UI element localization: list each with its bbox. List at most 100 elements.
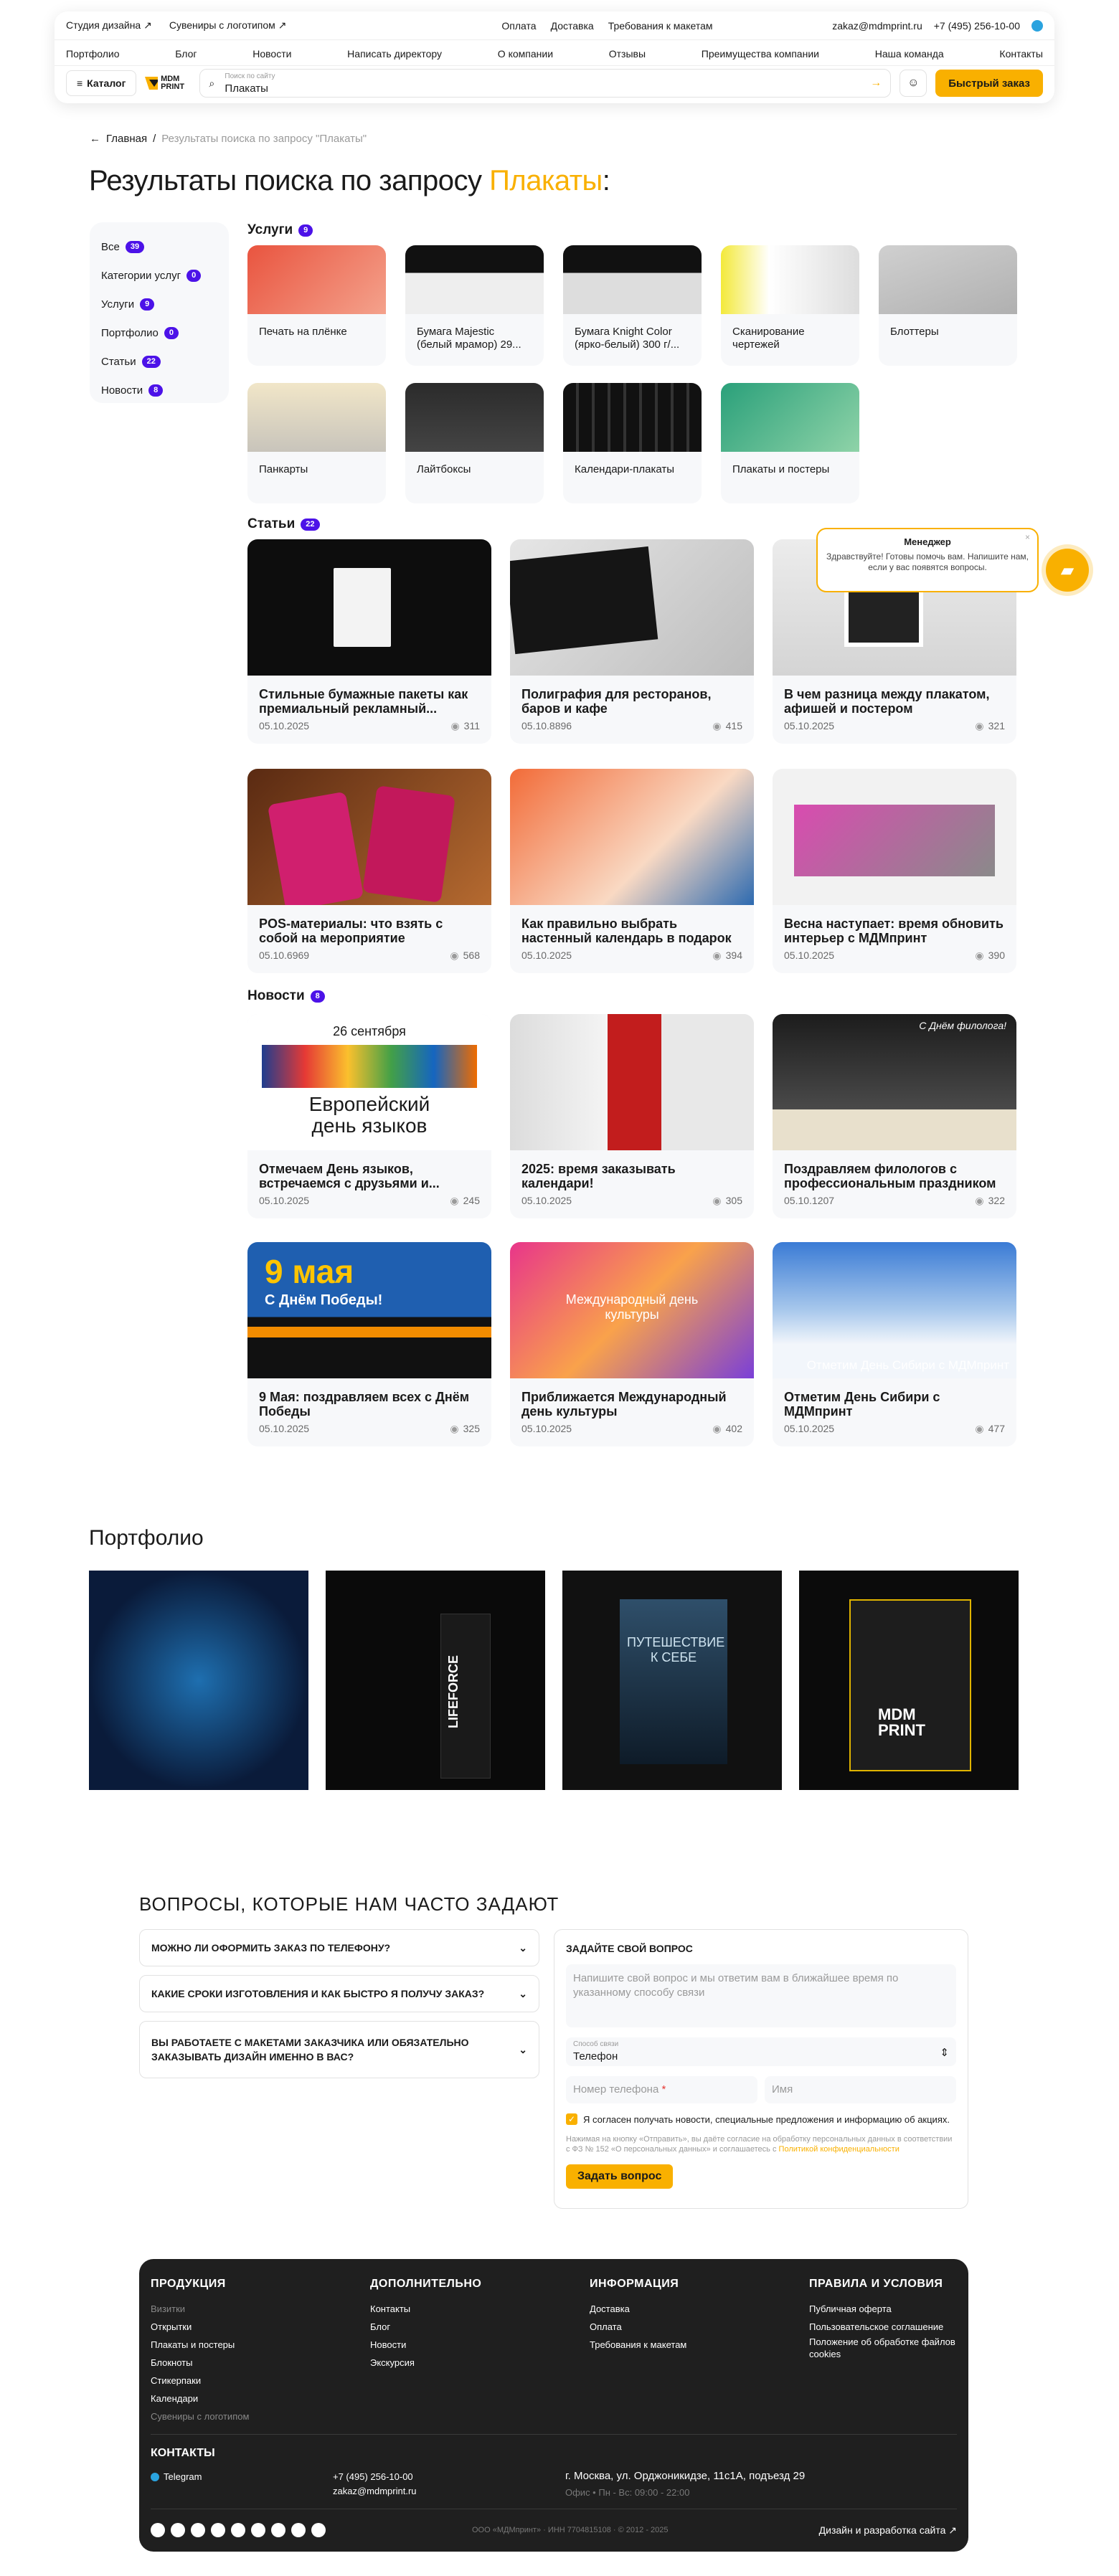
behance-icon[interactable] [311,2523,326,2537]
footer-link[interactable]: Календари [151,2390,249,2407]
nav-contacts[interactable]: Контакты [999,48,1042,60]
service-card[interactable]: Панкарты [247,383,386,503]
nav-advantages[interactable]: Преимущества компании [702,48,819,60]
telegram-link[interactable]: Telegram [151,2471,202,2482]
footer-email[interactable]: zakaz@mdmprint.ru [333,2486,417,2496]
tiktok-icon[interactable] [291,2523,306,2537]
service-card[interactable]: Бумага Knight Color (ярко-белый) 300 г/.… [563,245,702,366]
nav-portfolio[interactable]: Портфолио [66,48,120,60]
close-icon[interactable]: × [1025,532,1030,542]
news-card[interactable]: Международный день культуры Приближается … [510,1242,754,1446]
back-arrow-icon[interactable]: ← [90,133,100,145]
footer-link[interactable]: Требования к макетам [590,2336,686,2354]
news-card[interactable]: 2025: время заказывать календари! 05.10.2… [510,1014,754,1218]
filter-articles[interactable]: Статьи 22 [101,347,217,376]
nav-news[interactable]: Новости [252,48,291,60]
footer-link[interactable]: Открытки [151,2318,249,2336]
payment-link[interactable]: Оплата [501,20,536,32]
privacy-policy-link[interactable]: Политикой конфиденциальности [779,2145,900,2154]
service-card[interactable]: Бумага Majestic (белый мрамор) 29... [405,245,544,366]
contact-method-select[interactable]: Способ связи Телефон ⇕ [566,2037,956,2066]
chat-popup[interactable]: Менеджер Здравствуйте! Готовы помочь вам… [816,528,1039,592]
design-studio-link[interactable]: Студия дизайна ↗ [66,19,152,32]
pinterest-icon[interactable] [251,2523,265,2537]
chat-button[interactable]: ▰ [1046,549,1089,592]
news-card[interactable]: С Днём филолога! Поздравляем филологов с … [773,1014,1016,1218]
consent-checkbox[interactable]: ✓ [566,2113,577,2125]
filter-all[interactable]: Все 39 [101,232,217,261]
social-links [151,2523,331,2541]
account-button[interactable]: ☺ [900,70,927,97]
news-card[interactable]: 26 сентября Европейский день языков Отмечае… [247,1014,491,1218]
search-input[interactable]: ⌕ Поиск по сайту Плакаты → [199,69,892,98]
footer-phone[interactable]: +7 (495) 256-10-00 [333,2471,413,2482]
footer-link[interactable]: Контакты [370,2300,481,2318]
footer-link[interactable]: Блокноты [151,2354,249,2372]
telegram-icon[interactable] [1031,19,1043,32]
service-card[interactable]: Сканирование чертежей [721,245,859,366]
portfolio-item[interactable]: MDM PRINT [799,1571,1019,1790]
footer-divider [151,2434,957,2435]
service-card[interactable]: Блоттеры [879,245,1017,366]
article-card[interactable]: POS-материалы: что взять с собой на меро… [247,769,491,973]
article-card[interactable]: Весна наступает: время обновить интерьер… [773,769,1016,973]
service-card[interactable]: Печать на плёнке [247,245,386,366]
nav-team[interactable]: Наша команда [875,48,944,60]
portfolio-item[interactable]: ПУТЕШЕСТВИЕ К СЕБЕ [562,1571,782,1790]
footer-link[interactable]: Положение об обработке файлов cookies [809,2336,960,2360]
youtube-icon[interactable] [191,2523,205,2537]
filter-services[interactable]: Услуги 9 [101,290,217,318]
vk-icon[interactable] [171,2523,185,2537]
faq-item[interactable]: ВЫ РАБОТАЕТЕ С МАКЕТАМИ ЗАКАЗЧИКА ИЛИ ОБ… [139,2021,539,2078]
footer-link[interactable]: Доставка [590,2300,686,2318]
footer-link[interactable]: Пользовательское соглашение [809,2318,960,2336]
nav-write-director[interactable]: Написать директору [347,48,442,60]
dzen-icon[interactable] [231,2523,245,2537]
footer-link[interactable]: Стикерпаки [151,2372,249,2390]
breadcrumb-home[interactable]: Главная [106,133,147,145]
filter-news[interactable]: Новости 8 [101,376,217,404]
catalog-button[interactable]: ≡ Каталог [66,70,137,96]
news-card[interactable]: Отметим День Сибири с МДМпринт Отметим Де… [773,1242,1016,1446]
delivery-link[interactable]: Доставка [551,20,594,32]
footer-link[interactable]: Сувениры с логотипом [151,2407,249,2425]
footer-link[interactable]: Блог [370,2318,481,2336]
footer-link[interactable]: Плакаты и постеры [151,2336,249,2354]
footer-link[interactable]: Публичная оферта [809,2300,960,2318]
service-card[interactable]: Календари-плакаты [563,383,702,503]
telegram-icon[interactable] [151,2523,165,2537]
odnoklassniki-icon[interactable] [271,2523,285,2537]
service-card[interactable]: Лайтбоксы [405,383,544,503]
service-card[interactable]: Плакаты и постеры [721,383,859,503]
article-card[interactable]: Полиграфия для ресторанов, баров и кафе 0… [510,539,754,744]
header-email[interactable]: zakaz@mdmprint.ru [832,20,922,32]
portfolio-item[interactable]: LIFEFORCE [326,1571,545,1790]
article-card[interactable]: Как правильно выбрать настенный календар… [510,769,754,973]
news-card[interactable]: 9 мая С Днём Победы! 9 Мая: поздравляем вс… [247,1242,491,1446]
logo[interactable]: MDM PRINT [145,72,191,94]
nav-about[interactable]: О компании [498,48,553,60]
article-card[interactable]: Стильные бумажные пакеты как премиальный… [247,539,491,744]
filter-portfolio[interactable]: Портфолио 0 [101,318,217,347]
faq-item[interactable]: КАКИЕ СРОКИ ИЗГОТОВЛЕНИЯ И КАК БЫСТРО Я … [139,1975,539,2012]
developer-link[interactable]: Дизайн и разработка сайта ↗ [819,2524,957,2537]
souvenirs-link[interactable]: Сувениры с логотипом ↗ [169,19,287,32]
portfolio-item[interactable] [89,1571,308,1790]
requirements-link[interactable]: Требования к макетам [608,20,713,32]
whatsapp-icon[interactable] [211,2523,225,2537]
filter-service-categories[interactable]: Категории услуг 0 [101,261,217,290]
footer-link[interactable]: Оплата [590,2318,686,2336]
header-phone[interactable]: +7 (495) 256-10-00 [934,20,1020,32]
name-field[interactable]: Имя [765,2076,956,2103]
footer-link[interactable]: Новости [370,2336,481,2354]
faq-item[interactable]: МОЖНО ЛИ ОФОРМИТЬ ЗАКАЗ ПО ТЕЛЕФОНУ? ⌄ [139,1929,539,1966]
ask-question-button[interactable]: Задать вопрос [566,2164,674,2189]
phone-field[interactable]: Номер телефона * [566,2076,757,2103]
search-submit-arrow-icon[interactable]: → [870,77,882,90]
quick-order-button[interactable]: Быстрый заказ [935,70,1043,97]
question-textarea[interactable]: Напишите свой вопрос и мы ответим вам в … [566,1964,956,2027]
nav-blog[interactable]: Блог [175,48,197,60]
footer-link[interactable]: Визитки [151,2300,249,2318]
nav-reviews[interactable]: Отзывы [609,48,646,60]
footer-link[interactable]: Экскурсия [370,2354,481,2372]
